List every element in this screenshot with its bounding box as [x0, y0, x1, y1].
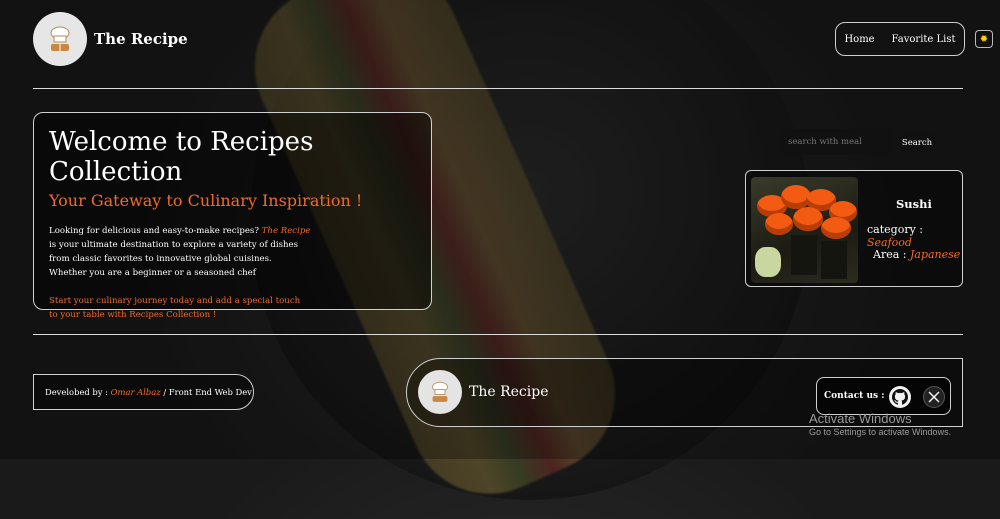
meal-area: Area : Japanese — [873, 248, 960, 261]
area-label: Area : — [873, 248, 907, 261]
cta-text: Start your culinary journey today and ad… — [49, 294, 416, 322]
intro-line: from classic favorites to innovative glo… — [49, 254, 272, 264]
developer-credit: Develobed by : Omar Albaz / Front End We… — [33, 374, 254, 410]
chef-hat-icon — [50, 26, 70, 51]
site-logo[interactable] — [33, 12, 87, 66]
main-nav: Home Favorite List — [835, 22, 965, 56]
footer-brand: The Recipe — [469, 384, 549, 400]
meal-card[interactable]: Sushi category : Seafood Area : Japanese — [745, 170, 963, 287]
theme-toggle-button[interactable]: ✹ — [975, 30, 993, 48]
search-button[interactable]: Search — [900, 133, 934, 152]
intro-line: is your ultimate destination to explore … — [49, 240, 299, 250]
brand-highlight: The Recipe — [261, 226, 311, 236]
credit-prefix: Develobed by : — [45, 387, 108, 397]
meal-category: category : Seafood — [867, 223, 962, 249]
area-value: Japanese — [909, 248, 961, 261]
meal-search-input[interactable] — [781, 129, 892, 155]
activation-watermark-title: Activate Windows — [809, 411, 912, 426]
credit-suffix: / Front End Web Dev — [163, 387, 252, 397]
github-icon[interactable] — [889, 386, 911, 408]
footer-divider — [33, 334, 963, 335]
header-divider — [33, 88, 963, 89]
meal-image — [751, 177, 858, 283]
page-title: Welcome to Recipes Collection — [49, 127, 314, 187]
nav-favorite-list-link[interactable]: Favorite List — [892, 34, 956, 45]
x-icon[interactable] — [923, 386, 945, 408]
page-subtitle: Your Gateway to Culinary Inspiration ! — [49, 191, 363, 210]
footer-logo[interactable] — [418, 370, 462, 414]
intro-line: Looking for delicious and easy-to-make r… — [49, 226, 259, 236]
site-title: The Recipe — [94, 30, 188, 48]
intro-line: Whether you are a beginner or a seasoned… — [49, 268, 256, 278]
sun-icon: ✹ — [979, 33, 989, 45]
activation-watermark-text: Go to Settings to activate Windows. — [809, 427, 952, 437]
nav-home-link[interactable]: Home — [844, 34, 874, 45]
cta-line: Start your culinary journey today and ad… — [49, 296, 301, 306]
category-label: category : — [867, 223, 923, 236]
intro-text: Looking for delicious and easy-to-make r… — [49, 224, 416, 280]
chef-hat-icon — [432, 381, 448, 402]
contact-label: Contact us : — [824, 391, 885, 401]
cta-line: to your table with Recipes Collection ! — [49, 310, 217, 320]
meal-name: Sushi — [896, 197, 932, 211]
author-name: Omar Albaz — [110, 387, 161, 397]
welcome-panel: Welcome to Recipes Collection Your Gatew… — [33, 112, 432, 320]
